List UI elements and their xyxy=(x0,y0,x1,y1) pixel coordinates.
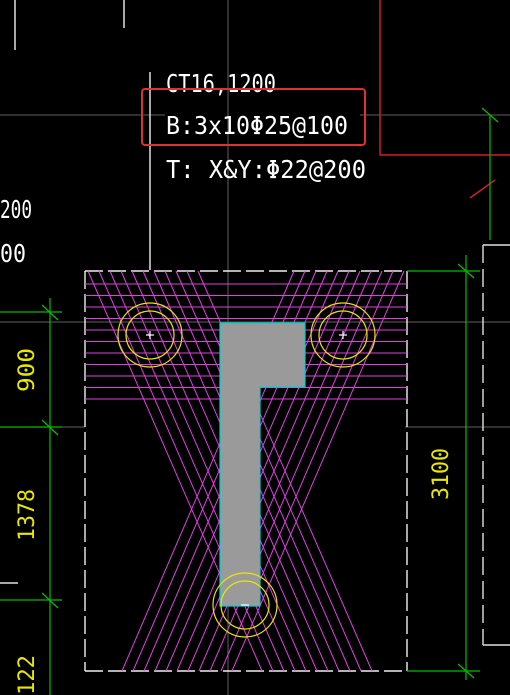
dim-left-bottom: 122 xyxy=(15,655,40,695)
dim-left-top: 900 xyxy=(15,348,40,392)
cad-drawing-canvas[interactable]: CT16,1200 B:3x10Φ25@100 T: X&Y:Φ22@200 2… xyxy=(0,0,510,695)
annotation-line-3: T: X&Y:Φ22@200 xyxy=(166,155,366,184)
dim-left-mid: 1378 xyxy=(15,489,40,541)
top-wall-lines xyxy=(14,0,151,270)
rebar-annotation: CT16,1200 B:3x10Φ25@100 T: X&Y:Φ22@200 xyxy=(166,69,366,184)
left-fragment-a: 200 xyxy=(0,195,32,224)
left-fragment-b: 00 xyxy=(0,239,26,268)
right-wall-lines xyxy=(482,244,510,646)
right-dimension-line xyxy=(407,107,499,680)
dim-right-total: 3100 xyxy=(429,448,454,500)
annotation-line-2: B:3x10Φ25@100 xyxy=(166,111,348,140)
annotation-line-1: CT16,1200 xyxy=(166,69,276,98)
